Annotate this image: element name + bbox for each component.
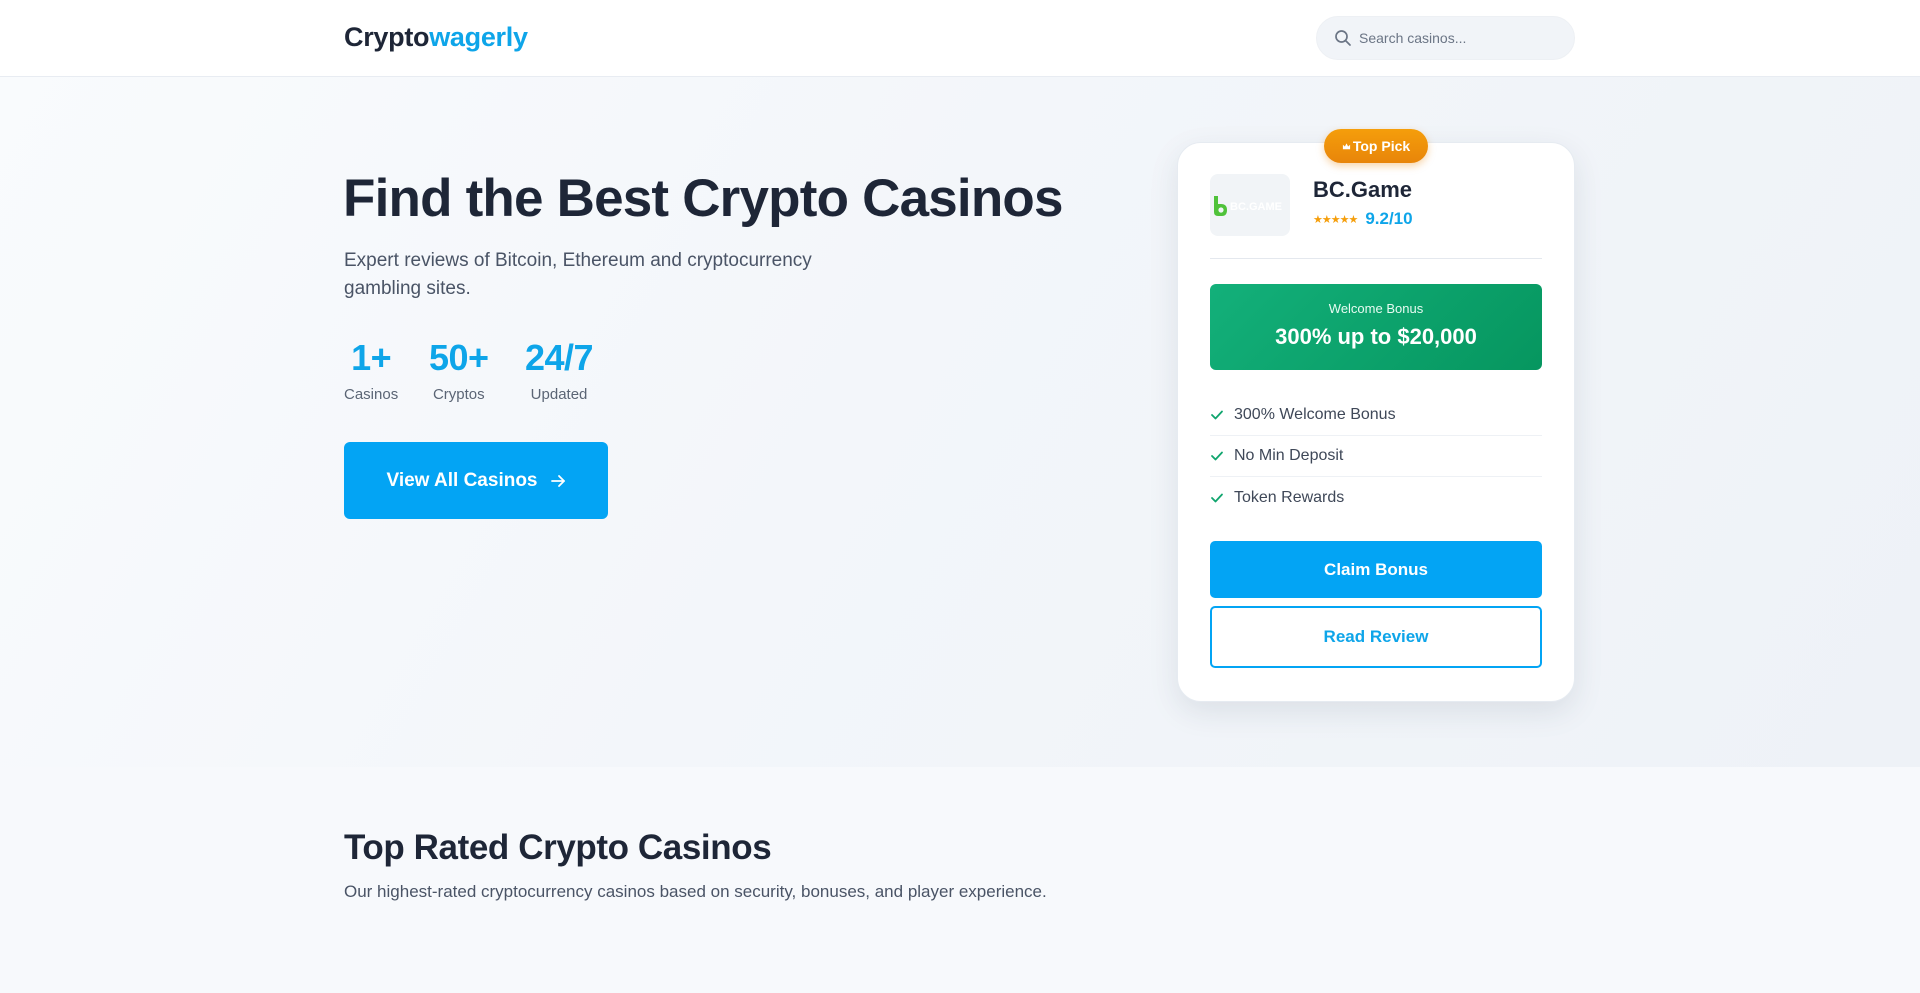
top-pick-badge: Top Pick	[1324, 129, 1428, 163]
stat-value: 24/7	[525, 337, 594, 378]
feature-label: Token Rewards	[1234, 488, 1345, 506]
logo-part-accent: wagerly	[429, 22, 528, 52]
feature-label: 300% Welcome Bonus	[1234, 406, 1396, 423]
star-rating-icon: ★★★★★	[1313, 213, 1358, 226]
feature-label: No Min Deposit	[1234, 447, 1344, 464]
search-bar[interactable]	[1316, 16, 1575, 60]
stat-label: Casinos	[344, 386, 399, 403]
view-all-casinos-button[interactable]: View All Casinos	[344, 442, 608, 519]
check-icon	[1211, 410, 1223, 420]
stat-updated: 24/7 Updated	[525, 337, 594, 404]
bonus-value: 300% up to $20,000	[1275, 324, 1477, 349]
stat-cryptos: 50+ Cryptos	[429, 337, 489, 404]
bc-game-logo-icon: BC.GAME	[1214, 196, 1282, 216]
check-icon	[1211, 493, 1223, 502]
view-all-casinos-label: View All Casinos	[386, 469, 538, 491]
svg-text:BC.GAME: BC.GAME	[1230, 201, 1282, 213]
search-icon	[1335, 30, 1351, 46]
casino-name: BC.Game	[1313, 177, 1413, 202]
bonus-label: Welcome Bonus	[1328, 301, 1424, 316]
check-icon	[1211, 451, 1223, 461]
casino-rating: ★★★★★ 9.2/10	[1313, 209, 1413, 229]
card-divider	[1210, 258, 1542, 259]
stat-label: Cryptos	[432, 386, 485, 403]
arrow-right-icon	[550, 474, 565, 487]
site-header: Cryptowagerly	[0, 0, 1920, 77]
feature-item: No Min Deposit	[1210, 436, 1542, 477]
feature-item: Token Rewards	[1210, 477, 1542, 518]
site-logo[interactable]: Cryptowagerly	[344, 22, 528, 53]
hero-title: Find the Best Crypto Casinos	[343, 169, 1063, 228]
casino-logo: BC.GAME	[1210, 174, 1290, 236]
search-input[interactable]	[1359, 17, 1559, 59]
stat-value: 1+	[351, 337, 392, 378]
hero-subtitle: Expert reviews of Bitcoin, Ethereum and …	[344, 250, 812, 299]
section-subtitle: Our highest-rated cryptocurrency casinos…	[344, 882, 1047, 901]
feature-item: 300% Welcome Bonus	[1210, 395, 1542, 436]
crown-icon	[1342, 142, 1350, 149]
welcome-bonus-box: Welcome Bonus 300% up to $20,000	[1210, 284, 1542, 370]
rating-value: 9.2/10	[1365, 209, 1413, 228]
read-review-button[interactable]: Read Review	[1210, 606, 1542, 668]
claim-bonus-button[interactable]: Claim Bonus	[1210, 541, 1542, 598]
stat-label: Updated	[530, 386, 588, 403]
section-title: Top Rated Crypto Casinos	[344, 828, 772, 867]
stat-casinos: 1+ Casinos	[344, 337, 399, 404]
stat-value: 50+	[429, 337, 489, 378]
top-pick-badge-label: Top Pick	[1352, 138, 1411, 154]
logo-part-primary: Crypto	[344, 22, 430, 52]
